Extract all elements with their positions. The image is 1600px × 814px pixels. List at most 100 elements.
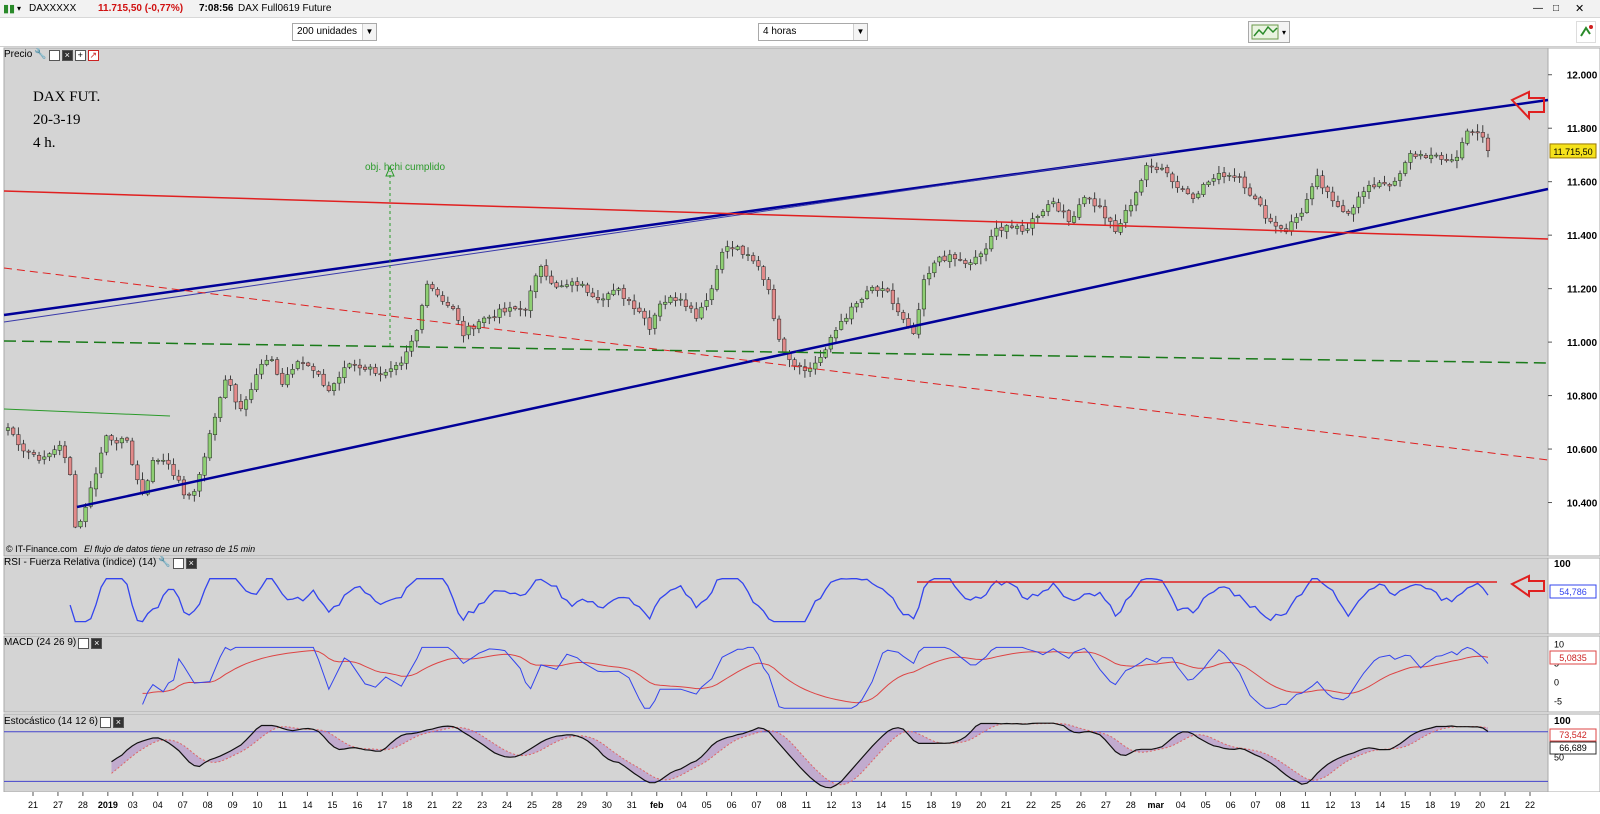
candle-down	[792, 359, 797, 367]
candle-down	[1185, 188, 1190, 194]
candle-down	[776, 318, 782, 340]
candle-down	[1263, 205, 1268, 219]
close-panel-icon[interactable]: ×	[91, 637, 103, 649]
wrench-icon[interactable]: 🔧	[34, 48, 46, 62]
candle-down	[1475, 131, 1480, 134]
candle-down	[450, 306, 456, 309]
date-axis-label: 14	[302, 800, 312, 810]
price-axis-label: 11.600	[1567, 178, 1597, 189]
candle-up	[880, 288, 885, 291]
candle-down	[518, 308, 523, 310]
candle-up	[559, 285, 564, 288]
candle-up	[616, 288, 621, 291]
candle-up	[249, 389, 254, 400]
candle-down	[11, 427, 16, 435]
candle-down	[321, 373, 326, 386]
rsi-axis-label: 100	[1554, 559, 1571, 570]
candle-down	[62, 445, 67, 458]
candle-down	[316, 371, 321, 375]
candle-up	[487, 316, 492, 319]
candle-down	[885, 288, 890, 292]
chart-title-line-1: DAX FUT.	[33, 89, 100, 105]
candle-up	[1077, 204, 1082, 218]
candle-down	[549, 275, 554, 284]
wrench-icon[interactable]: 🔧	[158, 556, 170, 570]
candle-down	[1423, 155, 1428, 158]
candle-down	[901, 312, 906, 320]
candle-down	[1097, 205, 1102, 208]
candle-up	[104, 435, 109, 453]
date-axis-label: 30	[602, 800, 612, 810]
stoch-panel-header: Estocástico (14 12 6) ×	[0, 715, 124, 729]
candle-down	[1335, 201, 1340, 207]
date-axis-label: 20	[976, 800, 986, 810]
candle-down	[1165, 167, 1170, 174]
date-axis-label: 16	[352, 800, 362, 810]
candle-up	[1356, 196, 1361, 208]
candle-down	[952, 254, 958, 260]
close-panel-icon[interactable]: ×	[61, 49, 73, 61]
candle-down	[1180, 188, 1185, 190]
date-axis-label: 08	[203, 800, 213, 810]
trading-app: ▮▮ ▾ DAXXXXX 11.715,50 (-0,77%) 7:08:56 …	[0, 0, 1600, 814]
panel-background-0	[3, 47, 1549, 557]
add-indicator-icon[interactable]: +	[74, 49, 86, 61]
candle-down	[673, 297, 678, 301]
candle-down	[751, 255, 756, 262]
rsi-panel-label: RSI - Fuerza Relativa (índice) (14)	[4, 557, 157, 568]
candle-up	[1139, 180, 1144, 193]
candle-up	[93, 473, 99, 490]
candle-down	[1009, 225, 1014, 228]
window-icon[interactable]	[48, 49, 60, 61]
candle-down	[166, 459, 171, 465]
candle-down	[1061, 210, 1066, 213]
candle-down	[1154, 166, 1159, 170]
date-axis-label: 24	[502, 800, 512, 810]
candle-down	[1325, 186, 1330, 192]
export-icon[interactable]: ↗	[87, 49, 99, 61]
date-axis-label: 03	[128, 800, 138, 810]
candle-up	[150, 460, 155, 482]
close-panel-icon[interactable]: ×	[185, 557, 197, 569]
candle-down	[275, 359, 280, 375]
chart-area[interactable]: 12.000 11.800 11.600 11.400 11.200 11.000 10.8…	[0, 0, 1600, 814]
date-axis-label: 06	[1226, 800, 1236, 810]
candle-up	[937, 256, 942, 263]
date-axis-label: 19	[1450, 800, 1460, 810]
candle-down	[176, 475, 181, 481]
candle-up	[864, 290, 870, 299]
candle-up	[1134, 192, 1139, 206]
candle-up	[714, 268, 720, 290]
window-icon[interactable]	[99, 716, 111, 728]
close-panel-icon[interactable]: ×	[112, 716, 124, 728]
date-axis-label: 21	[427, 800, 437, 810]
date-axis-label: 14	[876, 800, 886, 810]
date-axis-label: 27	[53, 800, 63, 810]
candle-up	[285, 374, 290, 386]
candle-up	[657, 303, 663, 317]
candle-up	[161, 459, 166, 462]
date-axis-label: 18	[402, 800, 412, 810]
candle-up	[212, 416, 218, 435]
candle-up	[52, 449, 57, 455]
date-axis-label: 18	[1425, 800, 1435, 810]
date-axis-label: 04	[153, 800, 163, 810]
window-icon[interactable]	[78, 637, 90, 649]
macd-axis-label: 10	[1554, 640, 1564, 650]
candle-down	[761, 266, 766, 280]
candle-up	[870, 287, 875, 291]
candle-down	[1175, 181, 1180, 189]
candle-down	[683, 299, 688, 307]
candle-up	[331, 383, 337, 391]
candle-up	[854, 303, 859, 308]
chart-title-line-2: 20-3-19	[33, 112, 81, 128]
candle-up	[383, 371, 388, 376]
candle-up	[989, 236, 994, 250]
candle-up	[1004, 225, 1009, 232]
price-axis-label: 11.400	[1567, 231, 1597, 242]
candle-up	[1118, 223, 1123, 233]
candle-down	[766, 279, 771, 290]
candle-down	[1056, 202, 1061, 212]
window-icon[interactable]	[172, 557, 184, 569]
candle-down	[632, 300, 637, 309]
